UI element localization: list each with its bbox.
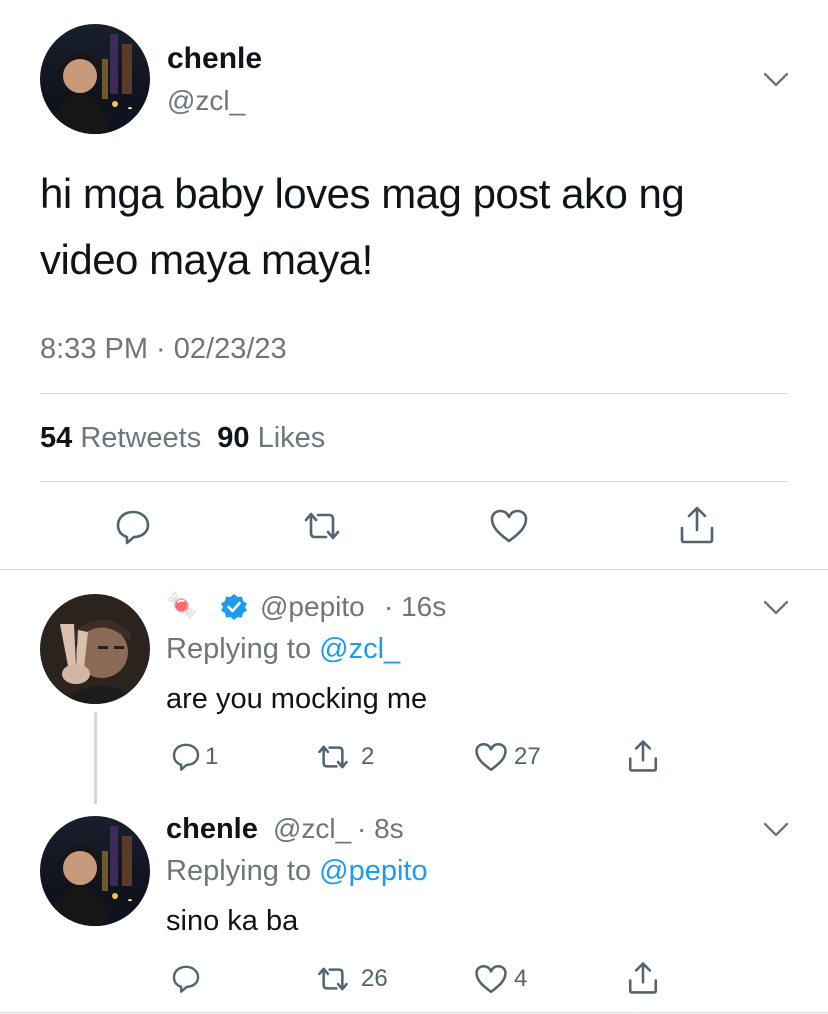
reply-icon[interactable] (113, 506, 153, 546)
like-icon[interactable] (488, 506, 530, 546)
engagement-stats: 54 Retweets 90 Likes (40, 422, 325, 455)
replying-to-link[interactable]: @zcl_ (319, 633, 400, 665)
replying-to: Replying to @pepito (166, 855, 428, 888)
reply-time: · 8s (357, 813, 404, 844)
reply-icon[interactable] (170, 962, 202, 994)
retweets-count[interactable]: 54 (40, 422, 72, 454)
like-icon[interactable] (473, 962, 509, 996)
retweet-icon[interactable] (300, 506, 344, 546)
reply-handle[interactable]: @zcl_ (273, 813, 351, 845)
reply-avatar[interactable] (40, 594, 150, 704)
tweet-text-line2: video maya maya! (40, 236, 373, 283)
author-avatar[interactable] (40, 24, 150, 134)
replying-to-link[interactable]: @pepito (319, 855, 427, 887)
reply-author-name[interactable]: chenle (166, 813, 258, 846)
reply-time: · 16s (384, 591, 447, 622)
retweet-icon[interactable] (314, 740, 352, 774)
divider (40, 393, 788, 394)
reply-handle[interactable]: @pepito (260, 591, 365, 623)
reply-avatar[interactable] (40, 816, 150, 926)
retweet-icon[interactable] (314, 962, 352, 996)
verified-icon (220, 593, 248, 621)
tweet-text-line1: hi mga baby loves mag post ako ng (40, 170, 685, 217)
divider (40, 481, 788, 482)
divider (0, 1012, 828, 1013)
thread-line (94, 712, 97, 804)
replying-prefix: Replying to (166, 633, 312, 665)
likes-count[interactable]: 90 (217, 422, 249, 454)
reply-text: sino ka ba (166, 905, 299, 937)
likes-label[interactable]: Likes (258, 422, 326, 454)
like-count: 27 (514, 743, 541, 770)
reply-text: are you mocking me (166, 683, 428, 715)
like-count: 4 (514, 965, 528, 992)
share-icon[interactable] (626, 738, 660, 774)
replying-prefix: Replying to (166, 855, 312, 887)
divider (0, 569, 828, 570)
like-icon[interactable] (473, 740, 509, 774)
retweet-count: 2 (361, 743, 375, 770)
retweet-count: 26 (361, 965, 388, 992)
chevron-down-icon[interactable] (763, 72, 789, 88)
share-icon[interactable] (677, 504, 717, 546)
retweets-label[interactable]: Retweets (80, 422, 201, 454)
tweet-timestamp[interactable]: 8:33 PM · 02/23/23 (40, 333, 287, 366)
share-icon[interactable] (626, 960, 660, 996)
reply-icon[interactable] (170, 740, 202, 772)
reply-emoji: 🍬 (166, 590, 199, 620)
replying-to: Replying to @zcl_ (166, 633, 400, 666)
reply-count: 1 (205, 743, 219, 770)
chevron-down-icon[interactable] (763, 822, 789, 838)
author-name[interactable]: chenle (167, 42, 262, 76)
chevron-down-icon[interactable] (763, 600, 789, 616)
author-handle[interactable]: @zcl_ (167, 85, 245, 117)
